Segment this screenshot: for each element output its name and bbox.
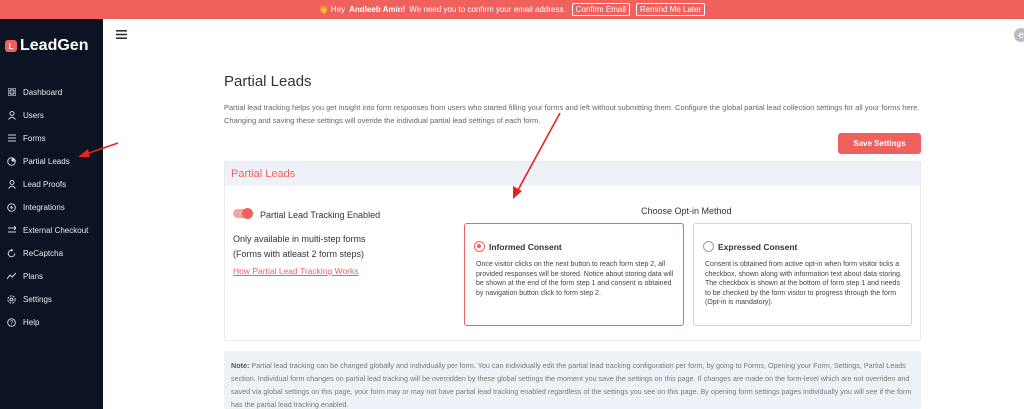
gear-icon [7, 294, 16, 304]
email-confirmation-banner: 👋 Hey Andleeb Amin! We need you to confi… [0, 0, 1024, 19]
sidebar-item-label: Lead Proofs [23, 179, 67, 189]
person-icon [7, 179, 16, 189]
sidebar-item-label: Settings [23, 294, 52, 304]
informed-consent-radio[interactable] [474, 241, 485, 252]
grid-icon [7, 88, 16, 97]
how-it-works-link[interactable]: How Partial Lead Tracking Works [233, 266, 359, 276]
availability-note-detail: (Forms with atleast 2 form steps) [233, 249, 365, 259]
sidebar-item-label: Forms [23, 133, 46, 143]
chart-icon [7, 272, 16, 281]
recaptcha-icon [7, 248, 16, 258]
partial-icon [7, 156, 16, 166]
sidebar-item-recaptcha[interactable]: ReCaptcha [0, 244, 103, 262]
page-title: Partial Leads [224, 73, 312, 90]
partial-leads-card: Partial Leads Partial Lead Tracking Enab… [224, 161, 921, 341]
banner-message: We need you to confirm your email addres… [409, 5, 566, 14]
option-title: Expressed Consent [718, 242, 798, 252]
sidebar-item-integrations[interactable]: Integrations [0, 198, 103, 216]
user-icon [7, 110, 16, 120]
toggle-label: Partial Lead Tracking Enabled [260, 210, 381, 220]
expressed-consent-option[interactable]: Expressed Consent Consent is obtained fr… [693, 223, 912, 326]
availability-note: Only available in multi-step forms [233, 234, 366, 244]
note-text: Partial lead tracking can be changed glo… [231, 361, 912, 409]
note-label: Note: [231, 361, 250, 370]
expressed-consent-radio[interactable] [703, 241, 714, 252]
sidebar-item-external-checkout[interactable]: External Checkout [0, 221, 103, 239]
sidebar-item-plans[interactable]: Plans [0, 267, 103, 285]
sidebar-item-label: Integrations [23, 202, 65, 212]
optin-method-title: Choose Opt-in Method [641, 206, 732, 216]
sidebar-item-label: Users [23, 110, 44, 120]
plug-icon [7, 202, 16, 212]
help-icon: ? [7, 317, 16, 327]
option-description: Consent is obtained from active opt-in w… [705, 261, 902, 306]
sidebar-item-lead-proofs[interactable]: Lead Proofs [0, 175, 103, 193]
toggle-knob [242, 208, 253, 219]
note-panel: Note: Partial lead tracking can be chang… [224, 351, 921, 409]
sidebar-item-label: ReCaptcha [23, 248, 64, 258]
avatar[interactable]: e [1014, 28, 1024, 42]
partial-tracking-toggle[interactable] [233, 208, 253, 219]
sidebar-item-label: External Checkout [23, 225, 89, 235]
banner-greeting: 👋 Hey [318, 5, 346, 14]
sidebar: L LeadGen Dashboard Users Forms Partial [0, 19, 103, 409]
sidebar-item-settings[interactable]: Settings [0, 290, 103, 308]
checkout-icon [7, 226, 16, 235]
save-settings-button[interactable]: Save Settings [838, 133, 921, 154]
list-icon [7, 134, 16, 143]
sidebar-item-forms[interactable]: Forms [0, 129, 103, 147]
confirm-email-button[interactable]: Confirm Email [571, 3, 630, 16]
informed-consent-option[interactable]: Informed Consent Once visitor clicks on … [464, 223, 684, 326]
option-title: Informed Consent [489, 242, 562, 252]
banner-user-name: Andleeb Amin! [349, 5, 406, 14]
sidebar-item-help[interactable]: ? Help [0, 313, 103, 331]
sidebar-item-dashboard[interactable]: Dashboard [0, 83, 103, 101]
hamburger-icon[interactable] [116, 28, 127, 42]
sidebar-item-label: Plans [23, 271, 44, 281]
sidebar-item-partial-leads[interactable]: Partial Leads [0, 152, 103, 170]
remind-later-button[interactable]: Remind Me Later [635, 3, 706, 16]
page-description: Partial lead tracking helps you get insi… [224, 103, 920, 125]
brand-name: LeadGen [20, 37, 89, 54]
sidebar-item-users[interactable]: Users [0, 106, 103, 124]
sidebar-item-label: Partial Leads [23, 156, 70, 166]
card-header: Partial Leads [225, 162, 920, 186]
brand-logo-icon: L [5, 40, 17, 52]
sidebar-item-label: Dashboard [23, 87, 63, 97]
option-description: Once visitor clicks on the next button t… [476, 261, 674, 297]
sidebar-item-label: Help [23, 317, 40, 327]
brand-logo[interactable]: L LeadGen [5, 37, 88, 55]
